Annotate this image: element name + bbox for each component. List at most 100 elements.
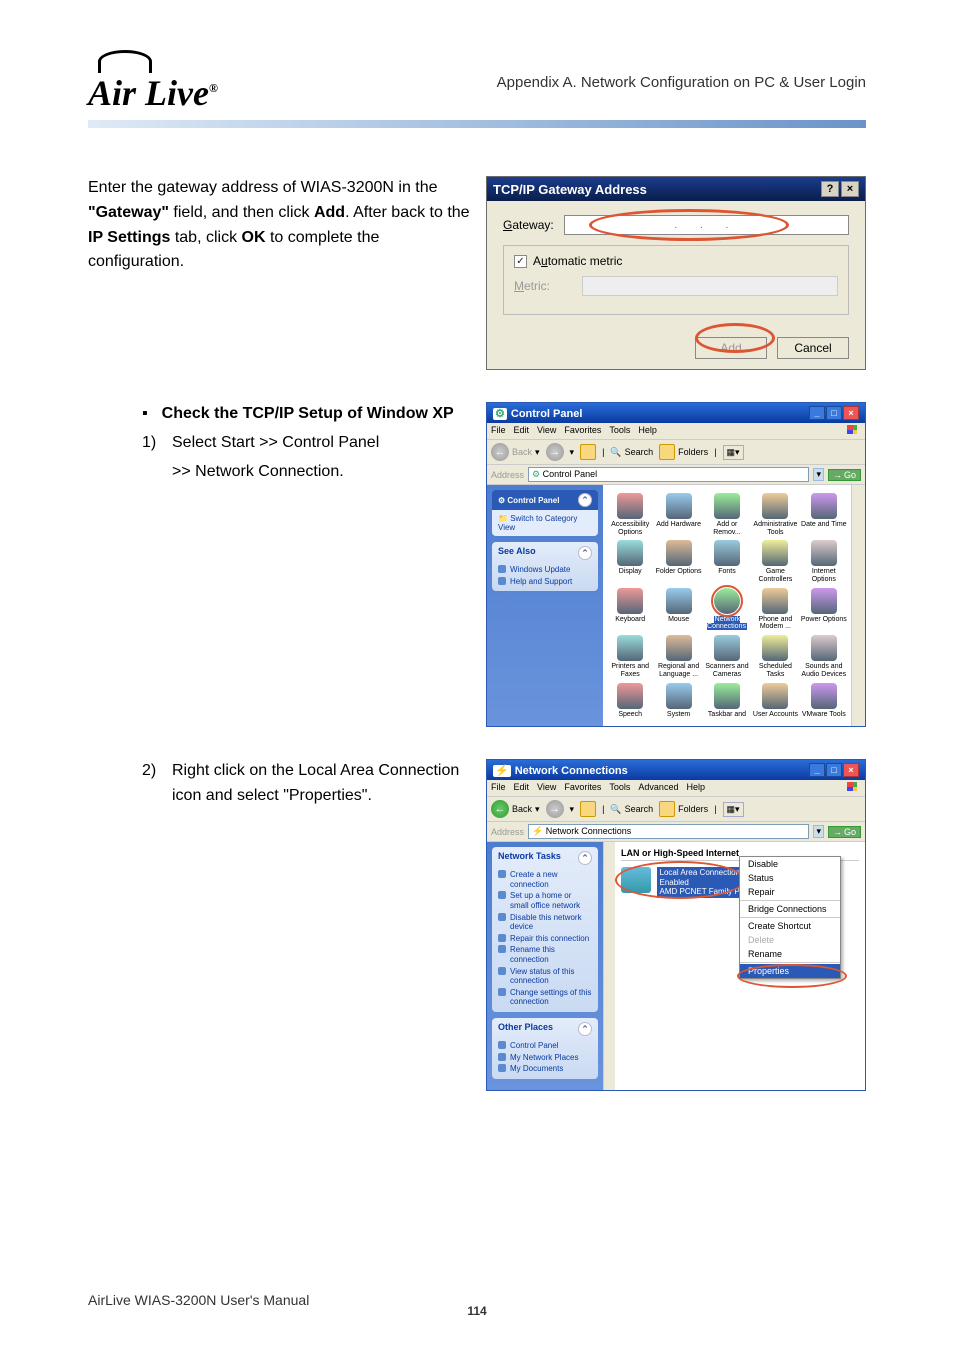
context-menu[interactable]: DisableStatusRepair Bridge Connections Cre… bbox=[739, 856, 841, 979]
network-task-item[interactable]: Create a new connection bbox=[498, 869, 592, 890]
context-menu-item[interactable]: Bridge Connections bbox=[740, 902, 840, 916]
maximize-icon[interactable]: □ bbox=[826, 763, 842, 777]
sidebar-scrollbar[interactable] bbox=[603, 842, 615, 1091]
network-task-item[interactable]: Change settings of this connection bbox=[498, 987, 592, 1008]
airlive-logo: Air Live bbox=[88, 50, 218, 114]
control-panel-item[interactable]: Power Options bbox=[801, 588, 847, 631]
cp-item-icon bbox=[666, 540, 692, 566]
metric-input bbox=[582, 276, 838, 296]
network-task-item[interactable]: Rename this connection bbox=[498, 944, 592, 965]
control-panel-item[interactable]: Display bbox=[607, 540, 653, 583]
control-panel-item[interactable]: Add Hardware bbox=[655, 493, 701, 536]
see-also-header: See Also ⌃ bbox=[498, 546, 592, 560]
step-number: 2) bbox=[142, 759, 164, 809]
collapse-icon[interactable]: ⌃ bbox=[578, 1022, 592, 1036]
other-place-item[interactable]: My Network Places bbox=[498, 1052, 592, 1064]
control-panel-item[interactable]: VMware Tools bbox=[801, 683, 847, 719]
cp-item-icon bbox=[714, 540, 740, 566]
network-task-item[interactable]: Set up a home or small office network bbox=[498, 890, 592, 911]
back-icon[interactable]: ← bbox=[491, 800, 509, 818]
control-panel-item[interactable]: User Accounts bbox=[752, 683, 798, 719]
close-icon[interactable]: × bbox=[843, 406, 859, 420]
minimize-icon[interactable]: _ bbox=[809, 763, 825, 777]
control-panel-item[interactable]: Regional and Language ... bbox=[655, 635, 701, 678]
views-icon[interactable]: ▦▾ bbox=[723, 802, 744, 817]
context-menu-item[interactable]: Repair bbox=[740, 885, 840, 899]
control-panel-item[interactable]: Internet Options bbox=[801, 540, 847, 583]
context-menu-item[interactable]: Status bbox=[740, 871, 840, 885]
control-panel-item[interactable]: Speech bbox=[607, 683, 653, 719]
cp-item-icon bbox=[811, 493, 837, 519]
context-menu-item[interactable]: Rename bbox=[740, 947, 840, 961]
control-panel-item[interactable]: Date and Time bbox=[801, 493, 847, 536]
menu-bar[interactable]: FileEditViewFavoritesToolsHelp bbox=[491, 425, 657, 437]
appendix-title: Appendix A. Network Configuration on PC … bbox=[497, 74, 866, 91]
scrollbar[interactable] bbox=[851, 485, 865, 727]
maximize-icon[interactable]: □ bbox=[826, 406, 842, 420]
folders-icon[interactable] bbox=[659, 801, 675, 817]
views-icon[interactable]: ▦▾ bbox=[723, 445, 744, 460]
switch-category-view[interactable]: 📁 Switch to Category View bbox=[492, 510, 598, 536]
context-menu-item[interactable]: Properties bbox=[740, 964, 840, 978]
other-places-header: Other Places ⌃ bbox=[498, 1022, 592, 1036]
collapse-icon[interactable]: ⌃ bbox=[578, 546, 592, 560]
tcpip-gateway-dialog: TCP/IP Gateway Address ? × Gateway: . . … bbox=[486, 176, 866, 370]
context-menu-item[interactable]: Disable bbox=[740, 857, 840, 871]
other-place-item[interactable]: My Documents bbox=[498, 1063, 592, 1075]
automatic-metric-checkbox[interactable]: ✓ bbox=[514, 255, 527, 268]
go-button[interactable]: → Go bbox=[828, 826, 861, 838]
menu-bar[interactable]: FileEditViewFavoritesToolsAdvancedHelp bbox=[491, 782, 705, 794]
control-panel-item[interactable]: Printers and Faxes bbox=[607, 635, 653, 678]
control-panel-item[interactable]: Phone and Modem ... bbox=[752, 588, 798, 631]
control-panel-item[interactable]: Network Connections bbox=[704, 588, 750, 631]
control-panel-item[interactable]: Accessibility Options bbox=[607, 493, 653, 536]
sidebar-item[interactable]: Windows Update bbox=[498, 564, 592, 576]
toolbar[interactable]: ←Back ▾ → ▾ | 🔍Search Folders | ▦▾ bbox=[487, 797, 865, 822]
control-panel-item[interactable]: Add or Remov... bbox=[704, 493, 750, 536]
control-panel-item[interactable]: Mouse bbox=[655, 588, 701, 631]
address-dropdown-icon[interactable]: ▾ bbox=[813, 468, 824, 481]
other-place-item[interactable]: Control Panel bbox=[498, 1040, 592, 1052]
control-panel-item[interactable]: Scanners and Cameras bbox=[704, 635, 750, 678]
help-button[interactable]: ? bbox=[821, 181, 839, 197]
control-panel-item[interactable]: Fonts bbox=[704, 540, 750, 583]
control-panel-item[interactable]: Administrative Tools bbox=[752, 493, 798, 536]
control-panel-item[interactable]: Taskbar and bbox=[704, 683, 750, 719]
forward-icon[interactable]: → bbox=[546, 443, 564, 461]
close-button[interactable]: × bbox=[841, 181, 859, 197]
network-task-item[interactable]: Repair this connection bbox=[498, 933, 592, 945]
context-menu-item[interactable]: Create Shortcut bbox=[740, 919, 840, 933]
go-button[interactable]: → Go bbox=[828, 469, 861, 481]
toolbar[interactable]: ←Back ▾ → ▾ | 🔍Search Folders | ▦▾ bbox=[487, 440, 865, 465]
control-panel-item[interactable]: Sounds and Audio Devices bbox=[801, 635, 847, 678]
network-task-item[interactable]: View status of this connection bbox=[498, 966, 592, 987]
forward-icon[interactable]: → bbox=[546, 800, 564, 818]
address-input[interactable]: ⚡ Network Connections bbox=[528, 824, 809, 839]
cancel-button[interactable]: Cancel bbox=[777, 337, 849, 359]
minimize-icon[interactable]: _ bbox=[809, 406, 825, 420]
control-panel-item[interactable]: Keyboard bbox=[607, 588, 653, 631]
add-button[interactable]: Add bbox=[695, 337, 767, 359]
context-menu-item[interactable]: Delete bbox=[740, 933, 840, 947]
control-panel-item[interactable]: Folder Options bbox=[655, 540, 701, 583]
control-panel-item[interactable]: Scheduled Tasks bbox=[752, 635, 798, 678]
gateway-label: Gateway: bbox=[503, 218, 554, 232]
cp-item-icon bbox=[617, 683, 643, 709]
control-panel-item[interactable]: System bbox=[655, 683, 701, 719]
cp-item-icon bbox=[762, 588, 788, 614]
control-panel-item[interactable]: Game Controllers bbox=[752, 540, 798, 583]
collapse-icon[interactable]: ⌃ bbox=[578, 493, 592, 507]
gateway-input[interactable]: . . . bbox=[564, 215, 849, 235]
address-dropdown-icon[interactable]: ▾ bbox=[813, 825, 824, 838]
step1-text: Select Start >> Control Panel bbox=[172, 431, 379, 456]
up-folder-icon[interactable] bbox=[580, 444, 596, 460]
close-icon[interactable]: × bbox=[843, 763, 859, 777]
back-icon[interactable]: ← bbox=[491, 443, 509, 461]
folders-icon[interactable] bbox=[659, 444, 675, 460]
network-task-item[interactable]: Disable this network device bbox=[498, 912, 592, 933]
footer-manual-title: AirLive WIAS-3200N User's Manual bbox=[88, 1292, 309, 1308]
address-input[interactable]: ⚙ Control Panel bbox=[528, 467, 809, 482]
sidebar-item[interactable]: Help and Support bbox=[498, 576, 592, 588]
up-folder-icon[interactable] bbox=[580, 801, 596, 817]
collapse-icon[interactable]: ⌃ bbox=[578, 851, 592, 865]
